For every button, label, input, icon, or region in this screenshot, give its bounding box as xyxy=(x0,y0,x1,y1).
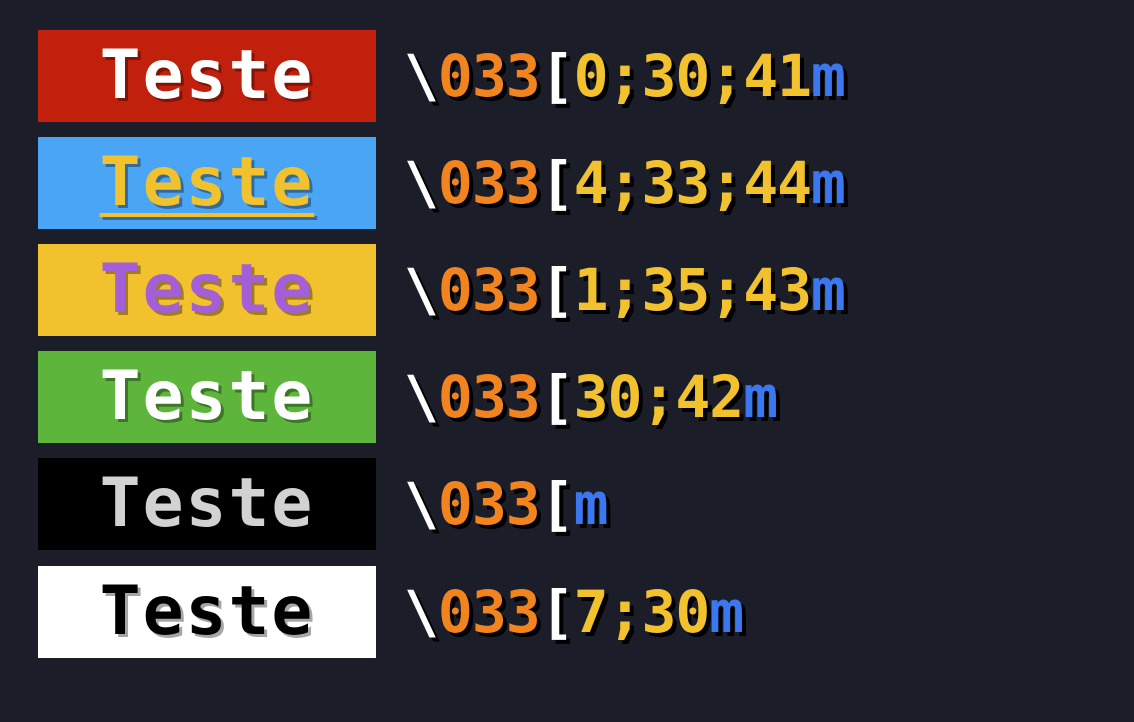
swatch: Teste xyxy=(38,566,376,658)
escape-octal: 033 xyxy=(437,256,541,324)
row-2: Teste \ 033 [ 1;35;43 m xyxy=(38,244,846,336)
ansi-color-demo: Teste \ 033 [ 0;30;41 m Teste \ 033 [ 4;… xyxy=(0,0,1134,722)
escape-terminator: m xyxy=(743,363,778,431)
escape-terminator: m xyxy=(573,470,609,538)
escape-octal: 033 xyxy=(437,149,541,217)
swatch: Teste xyxy=(38,244,376,336)
swatch: Teste xyxy=(38,351,376,443)
escape-params: 0;30;41 xyxy=(573,42,812,110)
escape-code: \ 033 [ 1;35;43 m xyxy=(404,256,846,324)
escape-backslash: \ xyxy=(404,363,439,431)
escape-bracket: [ xyxy=(539,149,575,217)
escape-backslash: \ xyxy=(404,256,439,324)
escape-octal: 033 xyxy=(437,363,541,431)
escape-code: \ 033 [ m xyxy=(404,470,609,538)
escape-bracket: [ xyxy=(539,363,575,431)
escape-terminator: m xyxy=(709,578,744,646)
escape-bracket: [ xyxy=(539,256,575,324)
escape-bracket: [ xyxy=(539,578,575,646)
swatch-label: Teste xyxy=(99,357,315,436)
escape-backslash: \ xyxy=(404,149,439,217)
escape-terminator: m xyxy=(811,42,846,110)
escape-backslash: \ xyxy=(404,42,439,110)
escape-code: \ 033 [ 30;42 m xyxy=(404,363,778,431)
row-5: Teste \ 033 [ 7;30 m xyxy=(38,566,744,658)
escape-backslash: \ xyxy=(404,578,439,646)
escape-bracket: [ xyxy=(539,42,575,110)
row-0: Teste \ 033 [ 0;30;41 m xyxy=(38,30,846,122)
swatch: Teste xyxy=(38,458,376,550)
escape-code: \ 033 [ 4;33;44 m xyxy=(404,149,846,217)
escape-octal: 033 xyxy=(437,42,541,110)
swatch-label: Teste xyxy=(99,572,315,651)
swatch: Teste xyxy=(38,30,376,122)
swatch-label: Teste xyxy=(99,250,315,329)
row-4: Teste \ 033 [ m xyxy=(38,458,609,550)
escape-params: 7;30 xyxy=(573,578,711,646)
swatch: Teste xyxy=(38,137,376,229)
swatch-label: Teste xyxy=(99,464,315,543)
escape-terminator: m xyxy=(811,256,846,324)
escape-octal: 033 xyxy=(437,578,541,646)
escape-params: 30;42 xyxy=(573,363,745,431)
escape-octal: 033 xyxy=(437,470,541,538)
escape-params: 4;33;44 xyxy=(573,149,812,217)
row-1: Teste \ 033 [ 4;33;44 m xyxy=(38,137,846,229)
escape-terminator: m xyxy=(811,149,846,217)
escape-code: \ 033 [ 0;30;41 m xyxy=(404,42,846,110)
swatch-label: Teste xyxy=(99,143,315,222)
row-3: Teste \ 033 [ 30;42 m xyxy=(38,351,778,443)
escape-bracket: [ xyxy=(539,470,575,538)
escape-backslash: \ xyxy=(404,470,439,538)
swatch-label: Teste xyxy=(99,36,315,115)
escape-code: \ 033 [ 7;30 m xyxy=(404,578,744,646)
escape-params: 1;35;43 xyxy=(573,256,812,324)
